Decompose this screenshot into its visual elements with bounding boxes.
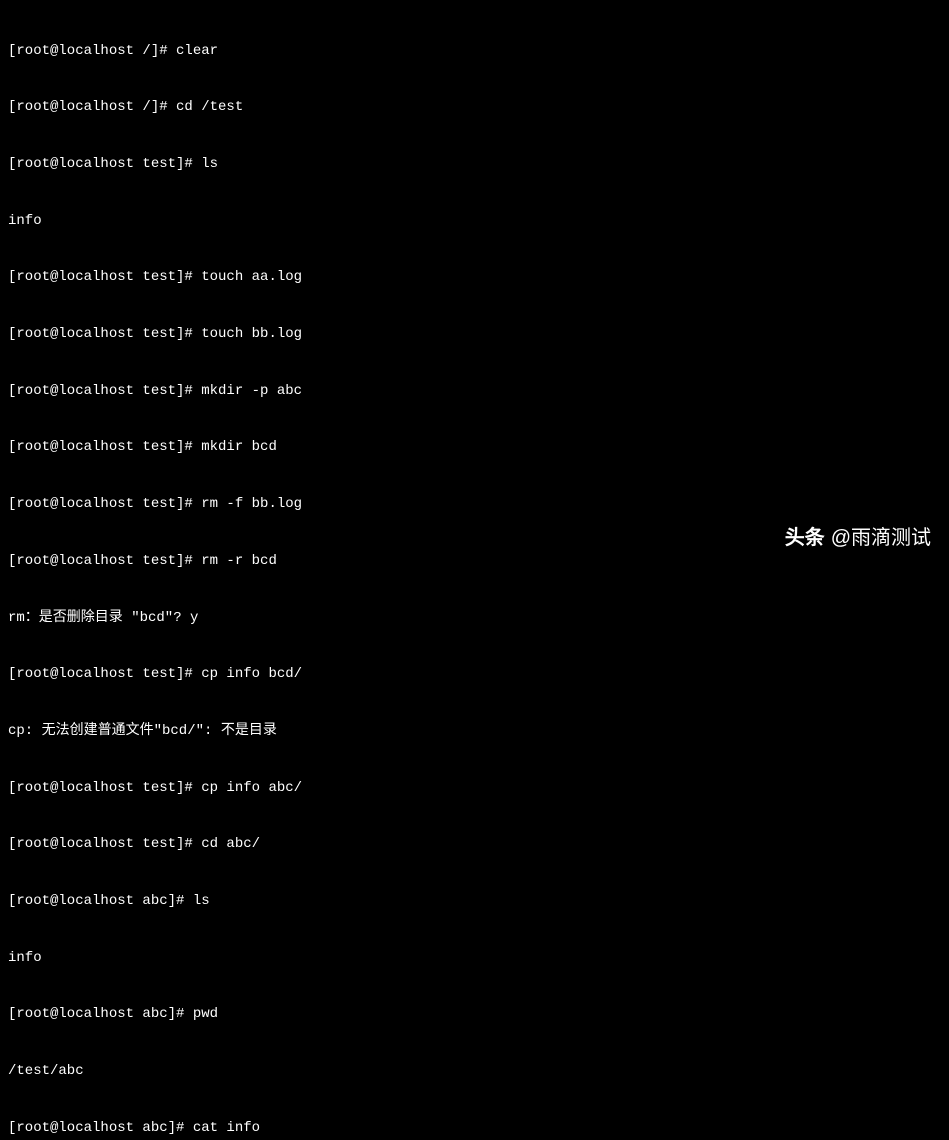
terminal-line: [root@localhost test]# cp info bcd/: [8, 665, 941, 684]
terminal-line: [root@localhost abc]# ls: [8, 892, 941, 911]
terminal-line: cp: 无法创建普通文件"bcd/": 不是目录: [8, 722, 941, 741]
terminal-line: [root@localhost abc]# pwd: [8, 1005, 941, 1024]
terminal-line: [root@localhost test]# rm -r bcd: [8, 552, 941, 571]
terminal-line: [root@localhost test]# mkdir bcd: [8, 438, 941, 457]
watermark-label: 头条: [785, 525, 825, 552]
watermark: 头条 @雨滴测试: [785, 525, 931, 552]
terminal-line: [root@localhost test]# touch bb.log: [8, 325, 941, 344]
terminal-line: [root@localhost test]# mkdir -p abc: [8, 382, 941, 401]
terminal-line: [root@localhost test]# ls: [8, 155, 941, 174]
terminal-line: info: [8, 212, 941, 231]
terminal-line: [root@localhost abc]# cat info: [8, 1119, 941, 1138]
terminal-line: [root@localhost /]# clear: [8, 42, 941, 61]
terminal-line: /test/abc: [8, 1062, 941, 1081]
terminal-line: [root@localhost /]# cd /test: [8, 98, 941, 117]
terminal-line: rm：是否删除目录 "bcd"? y: [8, 609, 941, 628]
terminal-line: [root@localhost test]# rm -f bb.log: [8, 495, 941, 514]
terminal-line: info: [8, 949, 941, 968]
terminal-line: [root@localhost test]# cp info abc/: [8, 779, 941, 798]
terminal-line: [root@localhost test]# touch aa.log: [8, 268, 941, 287]
watermark-handle: @雨滴测试: [831, 525, 931, 552]
terminal-line: [root@localhost test]# cd abc/: [8, 835, 941, 854]
terminal-output[interactable]: [root@localhost /]# clear [root@localhos…: [8, 4, 941, 1140]
